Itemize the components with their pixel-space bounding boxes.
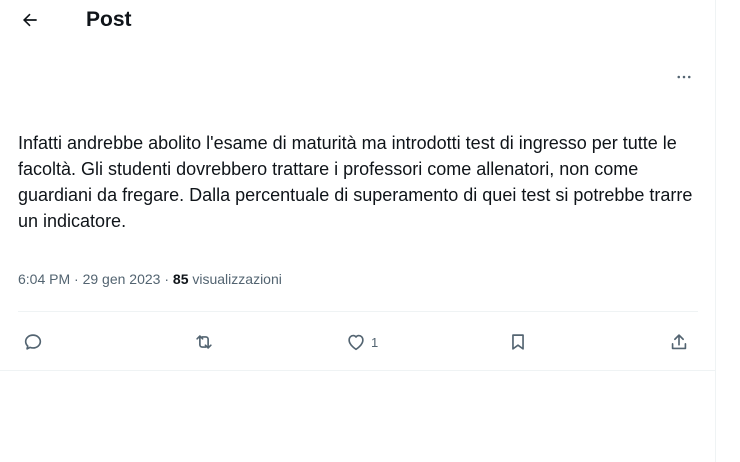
reply-button[interactable] bbox=[22, 330, 44, 354]
bookmark-button[interactable] bbox=[507, 330, 529, 354]
post-time[interactable]: 6:04 PM bbox=[18, 271, 70, 287]
page-title: Post bbox=[86, 8, 132, 31]
views-count: 85 bbox=[172, 271, 189, 287]
share-icon bbox=[671, 334, 687, 350]
back-button[interactable] bbox=[14, 4, 46, 36]
arrow-left-icon bbox=[23, 13, 37, 27]
like-count: 1 bbox=[371, 334, 379, 350]
action-bar: 1 bbox=[18, 326, 698, 358]
main-column: Post Infatti andrebbe abolito l'esame di… bbox=[0, 0, 716, 462]
page-header: Post bbox=[0, 0, 716, 40]
reply-icon bbox=[24, 334, 42, 350]
more-options-button[interactable] bbox=[670, 66, 698, 88]
divider bbox=[18, 311, 698, 312]
post-date[interactable]: 29 gen 2023 bbox=[83, 271, 161, 287]
views-label: visualizzazioni bbox=[192, 271, 282, 287]
bookmark-icon bbox=[512, 334, 524, 350]
meta-separator: · bbox=[74, 271, 79, 287]
repost-icon bbox=[196, 335, 212, 349]
meta-separator: · bbox=[164, 271, 170, 287]
ellipsis-icon bbox=[677, 75, 691, 79]
share-button[interactable] bbox=[668, 330, 690, 354]
post-metadata: 6:04 PM · 29 gen 2023 · 85 visualizzazio… bbox=[18, 270, 282, 288]
heart-icon bbox=[348, 334, 364, 351]
like-button[interactable]: 1 bbox=[345, 330, 378, 354]
repost-button[interactable] bbox=[193, 330, 215, 354]
post-text: Infatti andrebbe abolito l'esame di matu… bbox=[18, 133, 693, 231]
divider bbox=[0, 370, 716, 371]
